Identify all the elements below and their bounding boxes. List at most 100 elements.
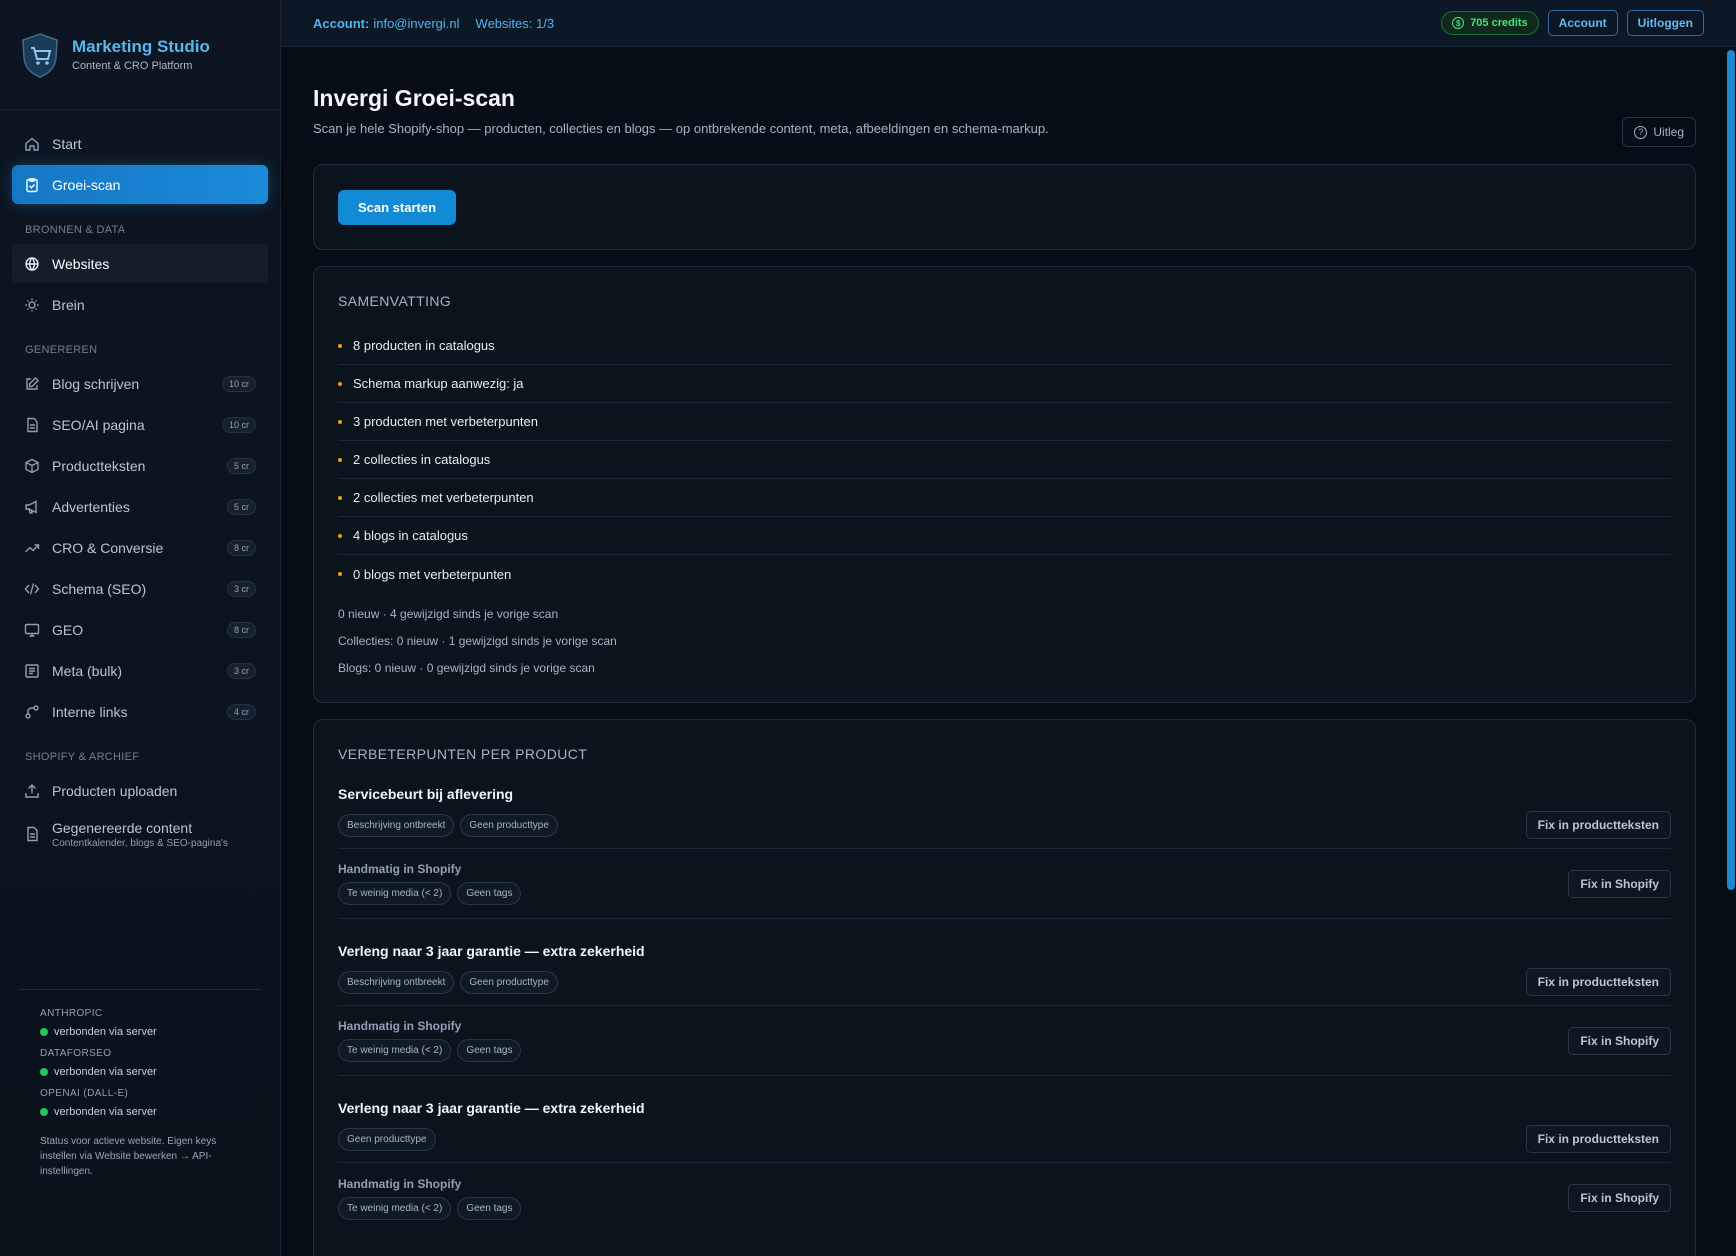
credit-badge: 8 cr — [226, 539, 256, 556]
nav-item-productteksten[interactable]: Productteksten 5 cr — [12, 446, 268, 485]
nav-label: Groei-scan — [52, 176, 121, 193]
nav-item-groei-scan[interactable]: Groei-scan — [12, 165, 268, 204]
change-summary: 0 nieuw · 4 gewijzigd sinds je vorige sc… — [338, 607, 559, 621]
issue-tag: Te weinig media (< 2) — [338, 1039, 452, 1062]
lightbulb-icon — [24, 297, 40, 313]
bullet-icon — [338, 343, 342, 348]
account-email: info@invergi.nl — [373, 15, 460, 31]
link-icon — [24, 704, 40, 720]
scrollbar[interactable] — [1727, 50, 1735, 890]
fix-in-productteksten-button[interactable]: Fix in productteksten — [1525, 1125, 1671, 1153]
nav-item-blog-schrijven[interactable]: Blog schrijven 10 cr — [12, 364, 268, 403]
status-dot-icon — [40, 1068, 48, 1076]
nav-label: Interne links — [52, 703, 128, 720]
nav-item-cro-conversie[interactable]: CRO & Conversie 8 cr — [12, 528, 268, 567]
account-button[interactable]: Account — [1547, 10, 1618, 36]
issue-tag: Geen tags — [457, 882, 522, 905]
credit-badge: 10 cr — [221, 416, 256, 433]
scan-start-button[interactable]: Scan starten — [338, 190, 457, 225]
nav-item-brein[interactable]: Brein — [12, 285, 268, 324]
product-name: Servicebeurt bij aflevering — [338, 786, 514, 802]
nav-section-title: SHOPIFY & ARCHIEF — [25, 751, 140, 763]
summary-list: 8 producten in catalogus Schema markup a… — [338, 327, 1671, 593]
issue-tag: Geen tags — [457, 1039, 522, 1062]
sidebar: Marketing Studio Content & CRO Platform … — [0, 0, 281, 1256]
bullet-icon — [338, 419, 342, 424]
summary-item: 3 producten met verbeterpunten — [338, 403, 1671, 441]
nav-item-start[interactable]: Start — [12, 124, 268, 163]
provider-status: verbonden via server — [54, 1026, 157, 1038]
help-button[interactable]: ? Uitleg — [1622, 117, 1696, 147]
fix-in-shopify-button[interactable]: Fix in Shopify — [1568, 1184, 1671, 1212]
issue-tag: Te weinig media (< 2) — [338, 882, 452, 905]
summary-item: 2 collecties met verbeterpunten — [338, 479, 1671, 517]
fix-in-shopify-button[interactable]: Fix in Shopify — [1568, 869, 1671, 898]
manual-label: Handmatig in Shopify — [338, 1176, 462, 1191]
nav-label: GEO — [52, 621, 84, 638]
provider-status: verbonden via server — [54, 1106, 157, 1118]
nav-label: Schema (SEO) — [52, 580, 147, 597]
nav-item-meta-bulk[interactable]: Meta (bulk) 3 cr — [12, 651, 268, 690]
nav-item-websites[interactable]: Websites — [12, 244, 268, 283]
bullet-icon — [338, 457, 342, 462]
provider-status: verbonden via server — [54, 1066, 157, 1078]
megaphone-icon — [24, 499, 40, 515]
nav-label: Brein — [52, 296, 85, 313]
nav-sublabel: Contentkalender, blogs & SEO-pagina's — [52, 837, 228, 849]
bullet-icon — [338, 381, 342, 386]
auto-fix-row: Beschrijving ontbreekt Geen producttype F… — [338, 802, 1671, 849]
list-icon — [24, 663, 40, 679]
nav-label: SEO/AI pagina — [52, 416, 145, 433]
issue-tag: Geen producttype — [460, 970, 558, 994]
nav-item-producten-uploaden[interactable]: Producten uploaden — [12, 771, 268, 810]
dollar-circle-icon: $ — [1452, 17, 1465, 29]
websites-count: Websites: 1/3 — [475, 15, 555, 31]
page-subtitle: Scan je hele Shopify-shop — producten, c… — [313, 121, 1049, 136]
clipboard-check-icon — [24, 177, 40, 193]
brand-title: Marketing Studio — [72, 37, 210, 56]
auto-fix-row: Beschrijving ontbreekt Geen producttype F… — [338, 959, 1671, 1006]
credit-badge: 5 cr — [226, 457, 256, 474]
main-content: Invergi Groei-scan Scan je hele Shopify-… — [313, 47, 1696, 1256]
scan-card: Scan starten — [313, 164, 1696, 250]
nav-label: Producten uploaden — [52, 782, 178, 799]
logout-button[interactable]: Uitloggen — [1626, 10, 1704, 36]
nav-item-seo-ai-pagina[interactable]: SEO/AI pagina 10 cr — [12, 405, 268, 444]
api-status-panel: ANTHROPIC verbonden via server DATAFORSE… — [18, 989, 262, 1179]
bullet-icon — [338, 533, 342, 538]
brand[interactable]: Marketing Studio Content & CRO Platform — [0, 0, 280, 110]
credit-badge: 10 cr — [221, 375, 256, 392]
nav-item-gegenereerde-content[interactable]: Gegenereerde content Contentkalender, bl… — [12, 812, 268, 856]
bullet-icon — [338, 572, 342, 576]
summary-item: 0 blogs met verbeterpunten — [338, 555, 1671, 593]
account-label: Account: — [313, 15, 370, 31]
fix-in-productteksten-button[interactable]: Fix in productteksten — [1525, 968, 1671, 996]
product-issues-card: VERBETERPUNTEN PER PRODUCT Servicebeurt … — [313, 719, 1696, 1256]
manual-fix-row: Handmatig in Shopify Te weinig media (< … — [338, 1006, 1671, 1076]
fix-in-productteksten-button[interactable]: Fix in productteksten — [1525, 811, 1671, 839]
nav-item-advertenties[interactable]: Advertenties 5 cr — [12, 487, 268, 526]
nav-item-geo[interactable]: GEO 8 cr — [12, 610, 268, 649]
product-issues-title: VERBETERPUNTEN PER PRODUCT — [338, 746, 588, 762]
document-icon — [24, 826, 40, 842]
credits-badge[interactable]: $ 705 credits — [1441, 11, 1539, 35]
manual-fix-row: Handmatig in Shopify Te weinig media (< … — [338, 849, 1671, 919]
page-title: Invergi Groei-scan — [313, 85, 515, 111]
summary-item: Schema markup aanwezig: ja — [338, 365, 1671, 403]
nav-item-interne-links[interactable]: Interne links 4 cr — [12, 692, 268, 731]
provider-name: DATAFORSEO — [40, 1048, 112, 1059]
status-note: Status voor actieve website. Eigen keys … — [40, 1136, 217, 1177]
nav-label: Start — [52, 135, 82, 152]
fix-in-shopify-button[interactable]: Fix in Shopify — [1568, 1026, 1671, 1055]
provider-name: OPENAI (DALL-E) — [40, 1088, 129, 1099]
summary-title: SAMENVATTING — [338, 293, 452, 309]
issue-tag: Beschrijving ontbreekt — [338, 970, 455, 994]
nav-label: Websites — [52, 255, 110, 272]
edit-icon — [24, 376, 40, 392]
nav-item-schema-seo[interactable]: Schema (SEO) 3 cr — [12, 569, 268, 608]
product-name: Verleng naar 3 jaar garantie — extra zek… — [338, 1100, 645, 1116]
status-dot-icon — [40, 1108, 48, 1116]
manual-label: Handmatig in Shopify — [338, 862, 462, 876]
credit-badge: 4 cr — [226, 703, 256, 720]
credit-badge: 5 cr — [226, 498, 256, 515]
